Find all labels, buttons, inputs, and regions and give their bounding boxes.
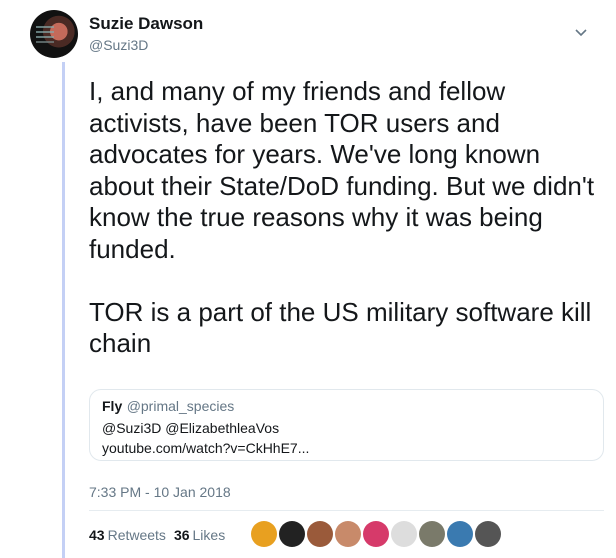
quote-author-name: Fly <box>102 398 123 414</box>
liker-avatar[interactable] <box>307 521 333 547</box>
author-handle[interactable]: @Suzi3D <box>89 37 148 53</box>
likes-label: Likes <box>192 527 226 543</box>
liker-avatar[interactable] <box>279 521 305 547</box>
quote-link[interactable]: youtube.com/watch?v=CkHhE7... <box>102 440 591 456</box>
retweets-count: 43 <box>89 527 105 543</box>
author-name[interactable]: Suzie Dawson <box>89 14 203 34</box>
quote-author-handle: @primal_species <box>126 398 235 414</box>
thread-line <box>62 62 65 558</box>
liker-avatars <box>251 521 501 547</box>
liker-avatar[interactable] <box>447 521 473 547</box>
engagement-stats: 43 Retweets 36 Likes <box>89 527 225 543</box>
quoted-tweet-card[interactable]: Fly @primal_species @Suzi3D @Elizabethle… <box>89 389 604 461</box>
retweets-stat[interactable]: 43 Retweets <box>89 527 166 543</box>
liker-avatar[interactable] <box>475 521 501 547</box>
liker-avatar[interactable] <box>335 521 361 547</box>
author-avatar[interactable] <box>30 10 78 58</box>
tweet-text: I, and many of my friends and fellow act… <box>89 76 595 358</box>
quote-mentions: @Suzi3D @ElizabethleaVos <box>102 420 280 436</box>
liker-avatar[interactable] <box>363 521 389 547</box>
liker-avatar[interactable] <box>391 521 417 547</box>
likes-count: 36 <box>173 527 190 543</box>
liker-avatar[interactable] <box>419 521 445 547</box>
likes-stat[interactable]: 36 Likes <box>174 527 225 543</box>
tweet-timestamp[interactable]: 7:33 PM - 10 Jan 2018 <box>89 484 231 500</box>
chevron-down-icon[interactable] <box>574 28 588 38</box>
retweets-label: Retweets <box>107 527 166 543</box>
liker-avatar[interactable] <box>251 521 277 547</box>
divider <box>89 510 604 511</box>
